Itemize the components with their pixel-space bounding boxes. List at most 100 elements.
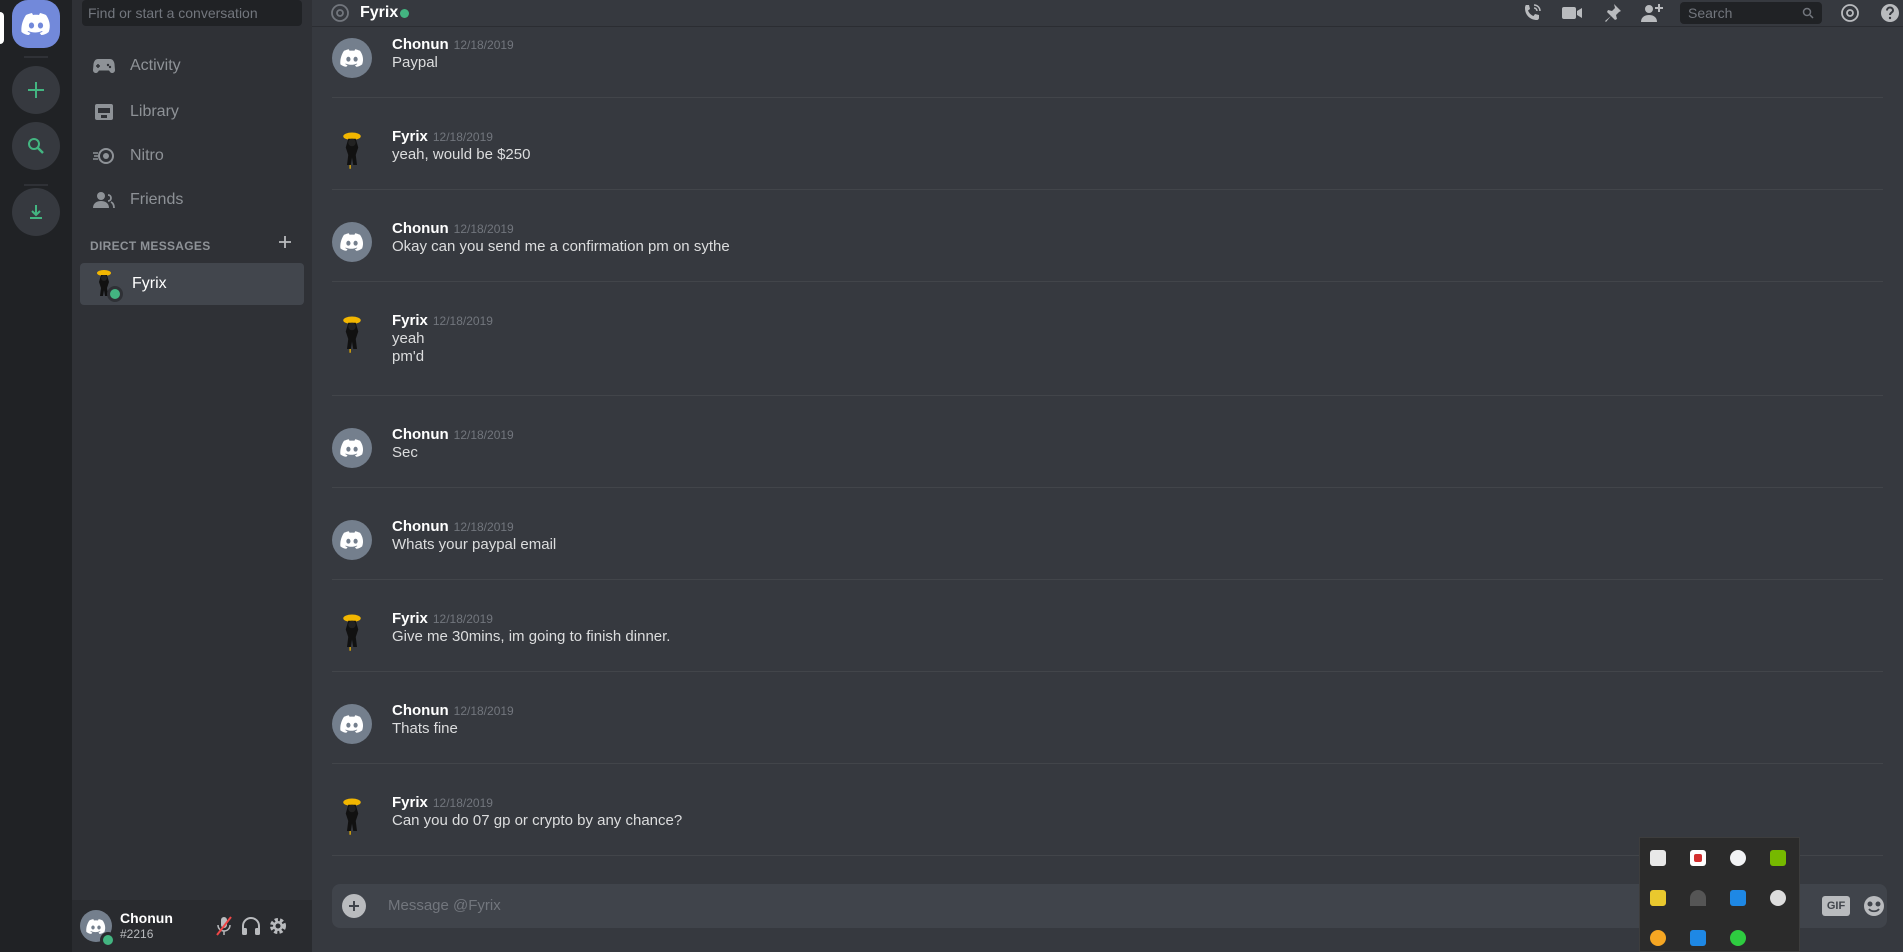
- message-timestamp: 12/18/2019: [432, 612, 493, 626]
- message-item: Chonun 12/18/2019 Whats your paypal email: [332, 510, 1883, 580]
- message-input[interactable]: Message @Fyrix: [388, 897, 501, 914]
- start-video-call-button[interactable]: [1559, 0, 1585, 26]
- message-text: Can you do 07 gp or crypto by any chance…: [392, 812, 683, 829]
- tray-app-icon[interactable]: [1690, 890, 1706, 906]
- avatar[interactable]: [332, 38, 372, 78]
- message-author[interactable]: Fyrix 12/18/2019: [392, 312, 493, 329]
- tray-app-icon[interactable]: [1730, 930, 1746, 946]
- message-author[interactable]: Chonun 12/18/2019: [392, 518, 514, 535]
- dm-item-fyrix[interactable]: Fyrix: [80, 263, 304, 305]
- start-voice-call-button[interactable]: [1519, 0, 1545, 26]
- user-panel: Chonun #2216: [72, 900, 312, 952]
- nav-label: Library: [130, 103, 179, 120]
- message-author[interactable]: Chonun 12/18/2019: [392, 36, 514, 53]
- nav-item-activity[interactable]: Activity: [80, 46, 304, 86]
- tray-app-icon[interactable]: [1770, 890, 1786, 906]
- nav-item-friends[interactable]: Friends: [80, 180, 304, 220]
- author-name[interactable]: Fyrix: [392, 610, 428, 627]
- fyrix-avatar-image: [343, 132, 361, 169]
- find-conversation-input[interactable]: Find or start a conversation: [82, 0, 302, 26]
- avatar[interactable]: [332, 796, 372, 836]
- library-icon: [92, 100, 116, 124]
- pinned-messages-button[interactable]: [1599, 0, 1625, 26]
- online-status-dot: [100, 932, 116, 948]
- message-item: Chonun 12/18/2019 Okay can you send me a c…: [332, 212, 1883, 282]
- gif-button[interactable]: GIF: [1822, 896, 1850, 916]
- author-name[interactable]: Chonun: [392, 702, 449, 719]
- tray-discord-icon[interactable]: [1730, 850, 1746, 866]
- message-author[interactable]: Chonun 12/18/2019: [392, 220, 514, 237]
- message-item: Fyrix 12/18/2019 yeah pm'd: [332, 304, 1883, 396]
- user-settings-button[interactable]: [266, 914, 290, 938]
- message-item: Chonun 12/18/2019 Sec: [332, 418, 1883, 488]
- avatar[interactable]: [332, 222, 372, 262]
- message-timestamp: 12/18/2019: [453, 222, 514, 236]
- author-name[interactable]: Chonun: [392, 220, 449, 237]
- channel-name: Fyrix: [360, 4, 399, 21]
- mentions-button[interactable]: [1837, 0, 1863, 26]
- nav-item-library[interactable]: Library: [80, 92, 304, 132]
- discord-logo-icon: [340, 439, 364, 457]
- help-icon: [1881, 4, 1899, 22]
- tray-app-icon[interactable]: [1730, 890, 1746, 906]
- avatar[interactable]: [332, 130, 372, 170]
- author-name[interactable]: Fyrix: [392, 128, 428, 145]
- fyrix-avatar-image: [343, 798, 361, 835]
- add-server-button[interactable]: [12, 66, 60, 114]
- mute-button[interactable]: [212, 914, 236, 938]
- author-name[interactable]: Chonun: [392, 36, 449, 53]
- message-author[interactable]: Chonun 12/18/2019: [392, 702, 514, 719]
- avatar[interactable]: [332, 314, 372, 354]
- explore-servers-button[interactable]: [12, 122, 60, 170]
- avatar[interactable]: [332, 612, 372, 652]
- avatar[interactable]: [332, 704, 372, 744]
- user-tag: #2216: [120, 927, 154, 941]
- download-icon: [30, 205, 42, 219]
- selected-indicator: [0, 12, 4, 44]
- avatar[interactable]: [332, 428, 372, 468]
- upload-button[interactable]: [342, 894, 366, 918]
- system-tray-popup: [1639, 837, 1800, 952]
- author-name[interactable]: Fyrix: [392, 794, 428, 811]
- header-search-input[interactable]: Search: [1680, 2, 1822, 24]
- emoji-picker-icon[interactable]: [1862, 894, 1886, 918]
- home-button[interactable]: [12, 0, 60, 48]
- phone-call-icon: [1525, 4, 1541, 20]
- online-status-dot: [107, 286, 123, 302]
- download-apps-button[interactable]: [12, 188, 60, 236]
- message-text: Give me 30mins, im going to finish dinne…: [392, 628, 671, 645]
- direct-messages-header: DIRECT MESSAGES: [90, 239, 211, 253]
- create-dm-plus-icon[interactable]: [277, 234, 293, 250]
- discord-logo-icon: [340, 233, 364, 251]
- message-author[interactable]: Fyrix 12/18/2019: [392, 128, 493, 145]
- help-button[interactable]: [1877, 0, 1903, 26]
- tray-app-icon[interactable]: [1650, 850, 1666, 866]
- message-author[interactable]: Fyrix 12/18/2019: [392, 610, 493, 627]
- tray-shield-icon[interactable]: [1690, 850, 1706, 866]
- discord-logo-icon: [340, 715, 364, 733]
- discord-logo-icon: [340, 49, 364, 67]
- add-friends-to-dm-button[interactable]: [1639, 0, 1665, 26]
- author-name[interactable]: Chonun: [392, 426, 449, 443]
- tray-app-icon[interactable]: [1690, 930, 1706, 946]
- rail-separator: [24, 184, 48, 186]
- dm-name: Fyrix: [132, 275, 167, 292]
- author-name[interactable]: Fyrix: [392, 312, 428, 329]
- message-author[interactable]: Chonun 12/18/2019: [392, 426, 514, 443]
- dm-sidebar: Find or start a conversation Activity Li…: [72, 0, 312, 952]
- avatar[interactable]: [332, 520, 372, 560]
- deafen-button[interactable]: [239, 914, 263, 938]
- author-name[interactable]: Chonun: [392, 518, 449, 535]
- message-text: Okay can you send me a confirmation pm o…: [392, 238, 730, 255]
- nav-item-nitro[interactable]: Nitro: [80, 136, 304, 176]
- nav-label: Friends: [130, 191, 184, 208]
- tray-app-icon[interactable]: [1650, 930, 1666, 946]
- plus-icon: [349, 901, 359, 911]
- server-rail: [0, 0, 72, 952]
- discord-logo-icon: [340, 531, 364, 549]
- tray-app-icon[interactable]: [1650, 890, 1666, 906]
- tray-nvidia-icon[interactable]: [1770, 850, 1786, 866]
- message-text: Whats your paypal email: [392, 536, 557, 553]
- message-author[interactable]: Fyrix 12/18/2019: [392, 794, 493, 811]
- gamepad-icon: [92, 54, 116, 78]
